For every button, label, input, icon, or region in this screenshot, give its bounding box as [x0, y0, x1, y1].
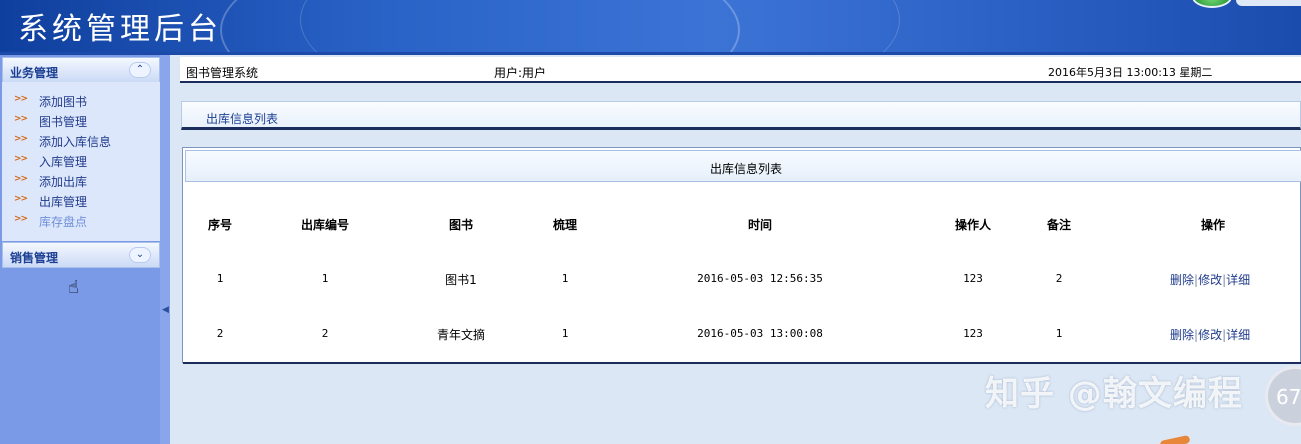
detail-link[interactable]: 详细	[1226, 273, 1250, 287]
double-chevron-icon: >>	[14, 94, 28, 104]
table-caption: 出库信息列表	[709, 162, 782, 176]
sidebar: 业务管理 ⌃ >> 添加图书 >> 图书管理 >> 添加入库信息 >> 入库管理…	[0, 55, 170, 444]
sidebar-splitter[interactable]	[160, 55, 170, 444]
column-header-code: 出库编号	[300, 218, 349, 232]
sidebar-item-label[interactable]: 图书管理	[39, 113, 87, 130]
menu-section-label: 业务管理	[10, 66, 59, 80]
sidebar-item-add-outbound[interactable]: >> 添加出库	[12, 172, 152, 190]
cell-book: 图书1	[445, 273, 477, 287]
sidebar-item-add-inbound[interactable]: >> 添加入库信息	[12, 132, 152, 150]
cell-remark: 2	[1055, 272, 1063, 285]
double-chevron-icon: >>	[14, 174, 28, 184]
edit-link[interactable]: 修改	[1198, 273, 1222, 287]
sidebar-item-label[interactable]: 入库管理	[39, 153, 87, 170]
sidebar-item-outbound-management[interactable]: >> 出库管理	[12, 192, 152, 210]
badge-number: 67	[1276, 385, 1301, 409]
column-header-actions: 操作	[1200, 218, 1225, 232]
cell-code: 1	[321, 272, 329, 285]
column-header-no: 序号	[207, 218, 232, 232]
sidebar-item-label[interactable]: 添加入库信息	[39, 133, 111, 150]
detail-link[interactable]: 详细	[1226, 328, 1250, 342]
cell-no: 1	[216, 272, 224, 285]
header-decoration	[300, 0, 900, 52]
cell-code: 2	[321, 327, 329, 340]
sidebar-item-label[interactable]: 库存盘点	[39, 213, 87, 230]
system-name: 图书管理系统	[186, 66, 259, 80]
sidebar-item-inbound-management[interactable]: >> 入库管理	[12, 152, 152, 170]
cell-no: 2	[216, 327, 224, 340]
row-actions: 删除|修改|详细	[1170, 271, 1250, 288]
current-user: 用户:用户	[494, 66, 547, 80]
menu-section-label: 销售管理	[10, 251, 59, 265]
edit-link[interactable]: 修改	[1198, 328, 1222, 342]
sidebar-item-book-management[interactable]: >> 图书管理	[12, 112, 152, 130]
sidebar-item-label[interactable]: 添加出库	[39, 173, 87, 190]
expand-down-icon[interactable]: ⌄	[129, 247, 151, 263]
delete-link[interactable]: 删除	[1170, 273, 1194, 287]
menu-section-sales[interactable]: 销售管理 ⌄	[2, 242, 160, 268]
table-caption-bar: 出库信息列表	[185, 150, 1301, 182]
watermark-text: 知乎 @翰文编程	[985, 374, 1243, 414]
column-header-book: 图书	[448, 218, 473, 232]
page-title: 出库信息列表	[206, 112, 279, 126]
header-corner-bar	[1236, 0, 1301, 6]
app-header: 系统管理后台	[0, 0, 1301, 52]
double-chevron-icon: >>	[14, 194, 28, 204]
cell-operator: 123	[963, 272, 983, 285]
collapse-up-icon[interactable]: ⌃	[129, 62, 151, 78]
sidebar-item-add-book[interactable]: >> 添加图书	[12, 92, 152, 110]
column-header-time: 时间	[747, 218, 772, 232]
menu-section-business[interactable]: 业务管理 ⌃	[2, 57, 160, 83]
app-title: 系统管理后台	[18, 12, 222, 47]
double-chevron-icon: >>	[14, 134, 28, 144]
current-datetime: 2016年5月3日 13:00:13 星期二	[1048, 66, 1213, 79]
sidebar-item-label[interactable]: 添加图书	[39, 93, 87, 110]
status-orb-icon[interactable]	[1192, 0, 1232, 8]
column-header-remark: 备注	[1046, 218, 1071, 232]
column-header-qty: 梳理	[552, 218, 577, 232]
row-actions: 删除|修改|详细	[1170, 326, 1250, 343]
cell-qty: 1	[561, 327, 569, 340]
cell-remark: 1	[1055, 327, 1063, 340]
double-chevron-icon: >>	[14, 114, 28, 124]
cell-time: 2016-05-03 13:00:08	[697, 327, 823, 340]
sidebar-item-inventory-check[interactable]: >> 库存盘点	[12, 212, 152, 230]
double-chevron-icon: >>	[14, 214, 28, 224]
panel-bottom-border	[183, 362, 1301, 364]
info-bar: 图书管理系统 用户:用户 2016年5月3日 13:00:13 星期二	[180, 57, 1301, 83]
cell-qty: 1	[561, 272, 569, 285]
outbound-table-panel: 出库信息列表 序号 出库编号 图书 梳理 时间 操作人 备注 操作 1 1 图书…	[182, 147, 1301, 364]
column-header-operator: 操作人	[954, 218, 991, 232]
menu-business-items: >> 添加图书 >> 图书管理 >> 添加入库信息 >> 入库管理 >> 添加出…	[2, 82, 160, 241]
delete-link[interactable]: 删除	[1170, 328, 1194, 342]
hand-cursor-icon: ☝	[68, 277, 79, 298]
collapse-left-icon[interactable]: ◀	[162, 305, 169, 315]
double-chevron-icon: >>	[14, 154, 28, 164]
cell-operator: 123	[963, 327, 983, 340]
cell-time: 2016-05-03 12:56:35	[697, 272, 823, 285]
sidebar-item-label[interactable]: 出库管理	[39, 193, 87, 210]
page-title-bar: 出库信息列表	[181, 101, 1301, 130]
cell-book: 青年文摘	[436, 328, 485, 342]
